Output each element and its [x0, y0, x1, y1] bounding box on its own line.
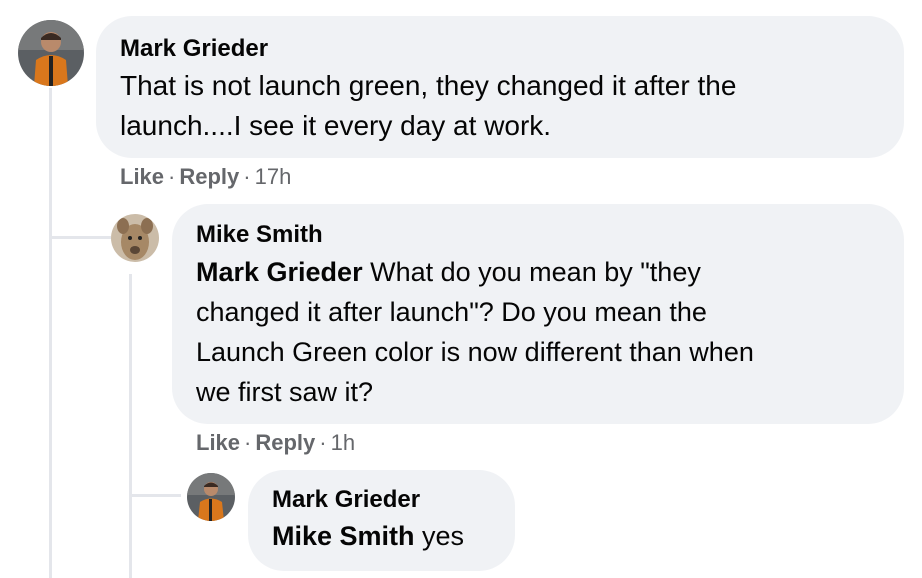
thread-line-main [49, 88, 52, 578]
avatar-image [111, 214, 159, 262]
avatar-image [18, 20, 84, 86]
comment-text: Mark Grieder What do you mean by "they [196, 252, 880, 292]
comment-bubble: Mark Grieder That is not launch green, t… [96, 16, 904, 158]
avatar[interactable] [18, 20, 84, 86]
comment-text: we first saw it? [196, 377, 374, 407]
thread-line-branch-1 [49, 236, 111, 239]
comment-author[interactable]: Mike Smith [196, 220, 880, 250]
comment-text: Launch Green color is now different than… [196, 337, 754, 367]
avatar[interactable] [111, 214, 159, 262]
comment-text: That is not launch green, they changed i… [120, 70, 737, 101]
mention-link[interactable]: Mike Smith [272, 521, 415, 551]
comment-bubble: Mike Smith Mark Grieder What do you mean… [172, 204, 904, 424]
avatar[interactable] [187, 473, 235, 521]
separator: · [244, 430, 252, 455]
separator: · [319, 430, 327, 455]
thread-line-branch-2 [129, 494, 181, 497]
comment-text: launch....I see it every day at work. [120, 110, 552, 141]
comment-text: Mike Smith yes [272, 517, 491, 555]
comment-bubble: Mark Grieder Mike Smith yes [248, 470, 515, 571]
comment-actions: Like · Reply · 1h [196, 430, 355, 456]
timestamp[interactable]: 17h [255, 164, 292, 189]
comment-actions: Like · Reply · 17h [120, 164, 291, 190]
separator: · [168, 164, 176, 189]
reply-button[interactable]: Reply [255, 430, 315, 455]
separator: · [243, 164, 251, 189]
avatar-image [187, 473, 235, 521]
comment-author[interactable]: Mark Grieder [120, 34, 880, 64]
comment-author[interactable]: Mark Grieder [272, 485, 491, 515]
comment-text-fragment: What do you mean by "they [362, 257, 701, 287]
comment-text: changed it after launch"? Do you mean th… [196, 297, 707, 327]
mention-link[interactable]: Mark Grieder [196, 257, 363, 287]
like-button[interactable]: Like [120, 164, 164, 189]
like-button[interactable]: Like [196, 430, 240, 455]
comment-text-fragment: yes [414, 521, 465, 551]
timestamp[interactable]: 1h [331, 430, 355, 455]
reply-button[interactable]: Reply [179, 164, 239, 189]
thread-line-sub [129, 274, 132, 578]
